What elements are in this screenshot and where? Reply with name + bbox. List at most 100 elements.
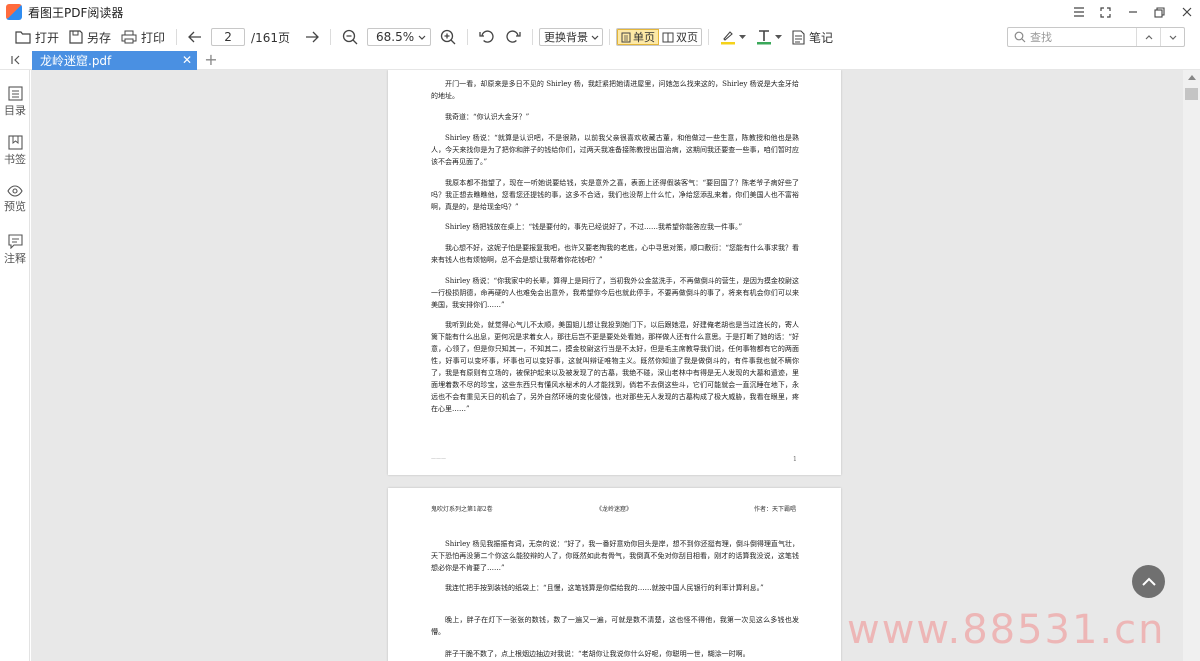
single-page-label: 单页: [633, 31, 655, 44]
highlighter-icon: [721, 31, 735, 45]
change-background-select[interactable]: 更换背景: [539, 28, 603, 46]
single-page-button[interactable]: 单页: [617, 29, 659, 45]
search-box: 查找: [1007, 27, 1185, 47]
double-page-label: 双页: [676, 31, 698, 44]
close-icon[interactable]: [1173, 0, 1200, 24]
collapse-sidebar-button[interactable]: [8, 52, 24, 68]
restore-icon[interactable]: [1146, 0, 1173, 24]
next-page-button[interactable]: [300, 26, 324, 48]
page-footer-mark: ———: [431, 456, 446, 462]
double-page-icon: [662, 32, 674, 42]
rotate-left-icon: [479, 30, 494, 43]
tab-bar: 龙岭迷窟.pdf ✕ +: [0, 50, 1200, 70]
scroll-thumb[interactable]: [1185, 88, 1198, 100]
eye-icon: [7, 185, 23, 197]
caret-up-icon: [1187, 75, 1196, 80]
page-number-input[interactable]: 2: [211, 28, 246, 46]
printer-icon: [121, 30, 137, 44]
search-icon: [1014, 31, 1026, 43]
page-paragraph: 我连忙把手按到装钱的纸袋上：“且慢，这笔钱算是你偿给我的……就按中国人民银行的利…: [445, 584, 764, 592]
rotate-right-button[interactable]: [500, 26, 526, 48]
pdf-page: 鬼吹灯系列之第1部2卷 《龙岭迷窟》 作者：天下霸唱 Shirley 杨见我振振…: [388, 488, 841, 661]
page-paragraph: 我奇道：“你认识大金牙？”: [445, 113, 530, 121]
page-paragraph: Shirley 杨说：“你我家中的长辈，算得上是同行了，当初我外公金盆洗手，不再…: [431, 277, 799, 309]
toolbar-divider: [467, 29, 468, 45]
page-paragraph: Shirley 杨说：“就算是认识吧，不是很熟，以前我父亲很喜欢收藏古董，和他做…: [431, 134, 799, 166]
window-controls: [1065, 0, 1200, 24]
zoom-in-button[interactable]: [435, 26, 461, 48]
change-background-label: 更换背景: [544, 31, 588, 44]
pdf-page: 开门一看，却原来是多日不见的 Shirley 杨，我赶紧把她请进屋里，问她怎么找…: [388, 70, 841, 475]
vertical-scrollbar[interactable]: [1183, 70, 1200, 661]
tab-label: 龙岭迷窟.pdf: [40, 54, 112, 68]
search-next-button[interactable]: [1160, 28, 1184, 46]
chevron-down-icon: [591, 35, 599, 40]
print-label: 打印: [141, 30, 166, 45]
sidebar-item-label: 注释: [4, 252, 26, 265]
title-bar: 看图王PDF阅读器: [0, 0, 1200, 24]
sidebar-item-label: 书签: [4, 153, 26, 166]
toc-icon: [7, 86, 23, 101]
scroll-to-top-button[interactable]: [1132, 565, 1165, 598]
rotate-left-button[interactable]: [474, 26, 500, 48]
menu-icon[interactable]: [1065, 0, 1092, 24]
chevron-down-icon: [418, 35, 426, 40]
notes-label: 笔记: [809, 30, 834, 45]
minimize-icon[interactable]: [1119, 0, 1146, 24]
sidebar-item-label: 目录: [4, 104, 26, 117]
sidebar-item-preview[interactable]: 预览: [0, 185, 30, 214]
tab-close-icon[interactable]: ✕: [182, 53, 192, 67]
save-icon: [69, 30, 83, 44]
toolbar-divider: [330, 29, 331, 45]
sidebar-item-annotations[interactable]: 注释: [0, 234, 30, 266]
comment-icon: [7, 234, 23, 249]
main-toolbar: 打开 另存 打印 2 /161页 68.5% 更换背景 单页 双页 笔记 查找: [0, 24, 1200, 50]
arrow-left-icon: [188, 31, 202, 43]
view-mode-toggle: 单页 双页: [616, 28, 702, 46]
new-tab-button[interactable]: +: [203, 51, 219, 69]
tab-document[interactable]: 龙岭迷窟.pdf ✕: [32, 51, 197, 70]
sidebar-item-toc[interactable]: 目录: [0, 86, 30, 118]
sidebar-item-bookmarks[interactable]: 书签: [0, 135, 30, 167]
toolbar-divider: [609, 29, 610, 45]
print-button[interactable]: 打印: [116, 26, 170, 48]
zoom-select[interactable]: 68.5%: [367, 28, 431, 46]
arrow-right-icon: [306, 31, 319, 43]
text-color-icon: [757, 30, 771, 45]
collapse-left-icon: [11, 55, 20, 65]
caret-down-icon: [739, 35, 746, 39]
page-total: /161页: [251, 30, 290, 45]
zoom-value: 68.5%: [376, 30, 415, 44]
app-title: 看图王PDF阅读器: [28, 5, 124, 20]
document-viewport[interactable]: 开门一看，却原来是多日不见的 Shirley 杨，我赶紧把她请进屋里，问她怎么找…: [31, 70, 1183, 661]
open-button[interactable]: 打开: [10, 26, 64, 48]
search-input[interactable]: 查找: [1030, 29, 1136, 45]
scroll-up-arrow[interactable]: [1183, 70, 1200, 85]
prev-page-button[interactable]: [183, 26, 207, 48]
notes-button[interactable]: 笔记: [787, 26, 838, 48]
toolbar-divider: [176, 29, 178, 45]
toolbar-divider: [708, 29, 709, 45]
page-paragraph: 晚上，胖子在灯下一张张的数钱，数了一遍又一遍，可就是数不清楚，这也怪不得他，我第…: [431, 616, 799, 636]
zoom-out-button[interactable]: [337, 26, 363, 48]
double-page-button[interactable]: 双页: [659, 29, 701, 45]
caret-down-icon: [775, 35, 782, 39]
chevron-down-icon: [1169, 35, 1176, 40]
page-paragraph: 我听到此处，就觉得心气儿不太顺，美国姐儿想让我投到她门下，以后跟她混，好建俺老胡…: [431, 321, 799, 413]
left-sidebar: 目录 书签 预览 注释: [0, 70, 30, 661]
app-logo-icon: [6, 4, 22, 20]
highlighter-button[interactable]: [715, 26, 751, 48]
sidebar-item-label: 预览: [4, 200, 26, 213]
fullscreen-icon[interactable]: [1092, 0, 1119, 24]
text-color-button[interactable]: [751, 26, 787, 48]
chevron-up-icon: [1145, 34, 1152, 39]
page-paragraph: 我心想不好，这妮子怕是要报复我吧，也许又要老掏我的老底，心中寻思对策，顺口敷衍：…: [431, 244, 799, 264]
running-head-center: 《龙岭迷窟》: [596, 506, 633, 513]
zoom-out-icon: [342, 29, 358, 45]
save-as-button[interactable]: 另存: [64, 26, 116, 48]
page-number: 1: [793, 456, 797, 463]
page-paragraph: 胖子干脆不数了，点上根烟边抽边对我说：“老胡你让我说你什么好呢，你聪明一世，糊涂…: [445, 650, 750, 658]
search-prev-button[interactable]: [1136, 28, 1160, 46]
running-head-left: 鬼吹灯系列之第1部2卷: [431, 506, 493, 513]
chevron-up-icon: [1141, 577, 1156, 586]
